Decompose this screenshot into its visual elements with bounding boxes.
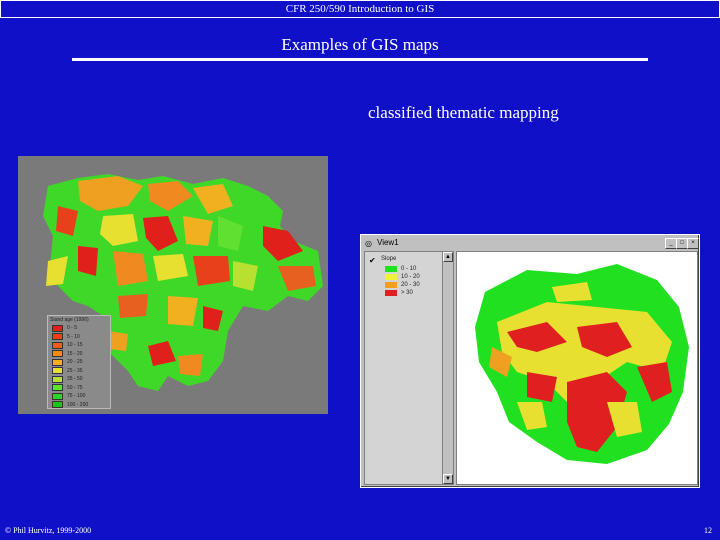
window-titlebar[interactable]: ◎ View1 _ □ × [363, 237, 699, 249]
legend-item: 10 - 15 [48, 341, 110, 350]
legend-label: 15 - 20 [67, 350, 83, 357]
legend-swatch [52, 358, 63, 366]
class-swatch [385, 266, 397, 272]
class-label: > 30 [401, 290, 413, 296]
window-title: View1 [377, 238, 399, 247]
legend-swatch [52, 375, 63, 383]
legend-swatch [52, 392, 63, 400]
legend-label: 35 - 50 [67, 376, 83, 383]
map-display-area[interactable] [456, 251, 698, 485]
page-number: 12 [704, 526, 712, 535]
theme-name: Slope [381, 256, 397, 262]
legend-swatch [52, 401, 63, 409]
legend-item: 50 - 75 [48, 384, 110, 393]
view-icon: ◎ [365, 239, 372, 248]
scroll-up-button[interactable]: ▲ [443, 252, 453, 262]
title-underline [72, 58, 648, 61]
slide-title: Examples of GIS maps [281, 35, 439, 54]
legend-label: 5 - 10 [67, 333, 80, 340]
legend-swatch [52, 384, 63, 392]
legend-label: 50 - 75 [67, 384, 83, 391]
legend-swatch [52, 324, 63, 332]
theme-visibility-checkbox[interactable]: ✔ [369, 256, 376, 265]
slide-subtitle: classified thematic mapping [368, 103, 559, 122]
legend-label: 100 - 200 [67, 401, 89, 408]
legend-swatch [52, 341, 63, 349]
slope-class: > 30 [385, 290, 413, 296]
legend-item: 20 - 25 [48, 358, 110, 367]
legend-label: 20 - 25 [67, 359, 83, 366]
legend-label: 10 - 15 [67, 342, 83, 349]
legend-item: 35 - 50 [48, 375, 110, 384]
class-label: 20 - 30 [401, 282, 420, 288]
slope-map-graphic [475, 264, 689, 464]
legend-swatch [52, 333, 63, 341]
legend-item: 25 - 35 [48, 367, 110, 376]
course-header: CFR 250/590 Introduction to GIS [0, 0, 720, 18]
slope-theme[interactable]: ✔ Slope 0 - 10 10 - 20 20 - 30 > 30 [369, 256, 441, 304]
class-swatch [385, 282, 397, 288]
scroll-down-button[interactable]: ▼ [443, 474, 453, 484]
legend-item: 5 - 10 [48, 333, 110, 342]
close-button[interactable]: × [687, 238, 699, 249]
class-label: 10 - 20 [401, 274, 420, 280]
slope-class: 0 - 10 [385, 266, 416, 272]
slope-class: 20 - 30 [385, 282, 420, 288]
gis-view-window[interactable]: ◎ View1 _ □ × ✔ Slope 0 - 10 10 - 20 20 - … [360, 234, 700, 488]
class-swatch [385, 274, 397, 280]
legend-item: 75 - 100 [48, 392, 110, 401]
legend-label: 25 - 35 [67, 367, 83, 374]
legend-label: 0 - 5 [67, 325, 78, 332]
legend-item: 15 - 20 [48, 350, 110, 359]
stand-age-legend: Stand age (1996) 0 - 55 - 10 10 - 15 15 - … [47, 315, 111, 409]
legend-title: Stand age (1996) [50, 317, 89, 323]
table-of-contents[interactable]: ✔ Slope 0 - 10 10 - 20 20 - 30 > 30 ▲ ▼ [364, 251, 454, 485]
legend-item: 100 - 200 [48, 401, 110, 410]
class-label: 0 - 10 [401, 266, 417, 272]
class-swatch [385, 290, 397, 296]
slope-class: 10 - 20 [385, 274, 420, 280]
toc-scrollbar[interactable]: ▲ ▼ [442, 252, 453, 484]
legend-swatch [52, 367, 63, 375]
copyright-footer: © Phil Hurvitz, 1999-2000 [5, 526, 92, 535]
legend-label: 75 - 100 [67, 393, 86, 400]
legend-swatch [52, 350, 63, 358]
legend-item: 0 - 5 [48, 324, 110, 333]
